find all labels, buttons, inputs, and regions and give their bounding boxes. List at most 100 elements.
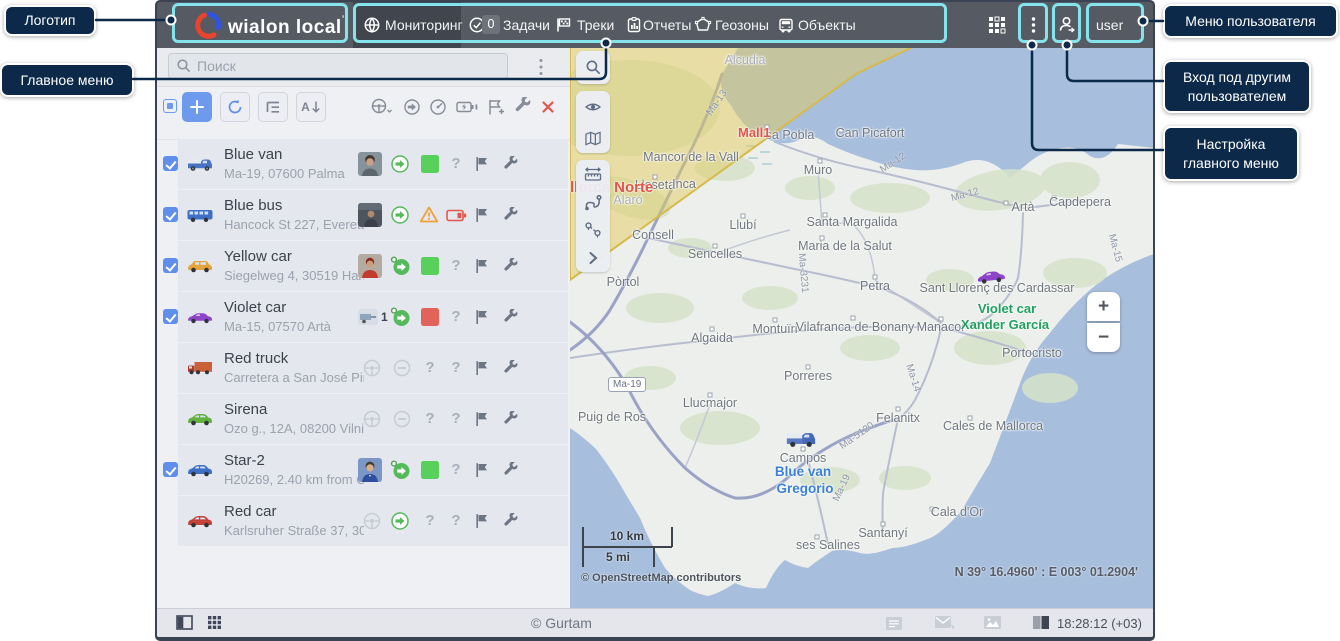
unit-name[interactable]: Red car xyxy=(224,503,277,520)
driver-avatar[interactable] xyxy=(358,458,382,482)
driver-avatar[interactable] xyxy=(358,152,382,176)
search-options-kebab-icon[interactable] xyxy=(539,58,543,76)
unit-row[interactable]: Yellow car Siegelweg 4, 30519 Hann… ? xyxy=(163,241,568,291)
wrench-icon[interactable] xyxy=(502,411,524,433)
chevron-right-icon[interactable] xyxy=(576,244,610,272)
unit-row[interactable]: Red truck Carretera a San José Pinul… ? … xyxy=(163,343,568,393)
gauge-filter-icon[interactable] xyxy=(428,97,448,117)
refresh-button[interactable] xyxy=(220,92,250,122)
battery-filter-icon[interactable] xyxy=(456,97,478,117)
map-label: Santanyí xyxy=(858,526,907,540)
eye-icon[interactable] xyxy=(576,91,610,122)
unit-checkbox[interactable] xyxy=(163,309,178,324)
user-menu[interactable]: user xyxy=(1096,17,1123,33)
main-menu-settings-icon[interactable] xyxy=(1031,16,1036,34)
map-label: Mancor de la Vall xyxy=(643,150,739,164)
unit-name[interactable]: Violet car xyxy=(224,299,286,316)
grid-icon[interactable] xyxy=(208,616,221,629)
image-icon[interactable] xyxy=(984,616,1001,629)
tab-tracks[interactable]: Треки xyxy=(577,17,614,33)
unit-name[interactable]: Red truck xyxy=(224,350,288,367)
wrench-icon[interactable] xyxy=(502,360,524,382)
ruler-icon[interactable] xyxy=(576,160,610,188)
flag-icon[interactable] xyxy=(474,207,496,229)
scale-mi: 5 mi xyxy=(606,550,630,564)
add-unit-button[interactable] xyxy=(182,92,212,122)
user-switch-icon[interactable] xyxy=(1057,15,1077,35)
callout-user-menu: Меню пользователя xyxy=(1163,4,1338,38)
wrench-icon[interactable] xyxy=(502,462,524,484)
unit-row[interactable]: Sirena Ozo g., 12A, 08200 Vilnius ? ? xyxy=(163,394,568,444)
map-unit-violet-car[interactable] xyxy=(974,265,1008,285)
map-unit-blue-van[interactable] xyxy=(784,429,818,449)
tab-geofences[interactable]: Геозоны xyxy=(715,17,769,33)
driver-avatar[interactable] xyxy=(358,203,382,227)
motion-filter-icon[interactable] xyxy=(402,97,422,117)
linked-pins-icon[interactable] xyxy=(576,216,610,244)
flag-icon[interactable] xyxy=(474,513,496,535)
flag-icon[interactable] xyxy=(474,309,496,331)
unit-checkbox[interactable] xyxy=(163,207,178,222)
unit-name[interactable]: Star-2 xyxy=(224,452,265,469)
zoom-out-button[interactable]: − xyxy=(1087,323,1120,352)
steering-filter-icon[interactable] xyxy=(370,97,390,117)
notes-icon[interactable] xyxy=(886,617,902,630)
clear-filter-icon[interactable] xyxy=(541,100,561,120)
map-search-button[interactable] xyxy=(576,51,610,84)
flag-icon[interactable] xyxy=(474,462,496,484)
flag-icon[interactable] xyxy=(474,360,496,382)
tab-monitoring[interactable]: Мониторинг xyxy=(385,17,463,33)
unit-name[interactable]: Sirena xyxy=(224,401,267,418)
sensor-state-unknown: ? xyxy=(449,410,463,427)
map-label: Cales de Mallorca xyxy=(943,419,1043,433)
unit-name[interactable]: Yellow car xyxy=(224,248,292,265)
vehicle-icon-sport xyxy=(186,308,214,326)
panel-layout-icon[interactable] xyxy=(1033,616,1049,629)
tree-view-button[interactable] xyxy=(258,92,288,122)
unit-name[interactable]: Blue van xyxy=(224,146,282,163)
sort-button[interactable]: A xyxy=(296,92,326,122)
unit-checkbox[interactable] xyxy=(163,462,178,477)
wrench-icon[interactable] xyxy=(502,207,524,229)
map-label: Inca xyxy=(672,177,696,191)
zoom-in-button[interactable]: + xyxy=(1087,292,1120,321)
map-attribution: © OpenStreetMap contributors xyxy=(581,572,741,584)
unit-row[interactable]: Red car Karlsruher Straße 37, 305… ? ? xyxy=(163,496,568,546)
wialon-logo-icon[interactable] xyxy=(195,11,223,39)
unit-checkbox[interactable] xyxy=(163,156,178,171)
unit-row[interactable]: Violet car Ma-15, 07570 Artà 1 ? xyxy=(163,292,568,342)
driver-avatar[interactable] xyxy=(358,254,382,278)
unit-checkbox[interactable] xyxy=(163,258,178,273)
wrench-icon[interactable] xyxy=(502,258,524,280)
collapse-panel-icon[interactable] xyxy=(176,615,193,630)
flag-icon[interactable] xyxy=(474,411,496,433)
unit-row[interactable]: Star-2 H20269, 2.40 km from Cy… ? xyxy=(163,445,568,495)
wrench-icon[interactable] xyxy=(502,309,524,331)
flag-icon[interactable] xyxy=(474,258,496,280)
route-icon[interactable] xyxy=(576,188,610,216)
trailer-thumbnail[interactable] xyxy=(358,309,378,325)
map-label: Alcudia xyxy=(725,53,766,67)
tab-tasks[interactable]: Задачи xyxy=(503,17,550,33)
map[interactable]: Alcudia sa Pobla Can Picafort Mancor de … xyxy=(570,48,1154,608)
select-all-checkbox[interactable] xyxy=(163,99,177,113)
logo-text: wialon localʼ xyxy=(228,13,345,39)
connection-unknown: ? xyxy=(423,512,437,529)
flag-add-filter-icon[interactable] xyxy=(487,97,507,117)
unit-name[interactable]: Blue bus xyxy=(224,197,282,214)
layers-map-icon[interactable] xyxy=(576,122,610,153)
wrench-icon[interactable] xyxy=(502,156,524,178)
wrench-filter-icon[interactable] xyxy=(513,97,533,117)
unit-row[interactable]: Blue van Ma-19, 07600 Palma ? xyxy=(163,139,568,189)
map-label: Cala d'Or xyxy=(931,505,983,519)
unit-row[interactable]: Blue bus Hancock St 227, Everett xyxy=(163,190,568,240)
apps-grid-icon[interactable] xyxy=(988,16,1006,34)
flag-icon[interactable] xyxy=(474,156,496,178)
wrench-icon[interactable] xyxy=(502,513,524,535)
mail-icon[interactable] xyxy=(935,616,955,630)
search-input[interactable] xyxy=(168,53,508,79)
monitoring-icon xyxy=(363,16,381,34)
tab-units[interactable]: Объекты xyxy=(798,17,856,33)
tab-reports[interactable]: Отчеты xyxy=(643,17,691,33)
connection-state-icon xyxy=(421,461,439,479)
